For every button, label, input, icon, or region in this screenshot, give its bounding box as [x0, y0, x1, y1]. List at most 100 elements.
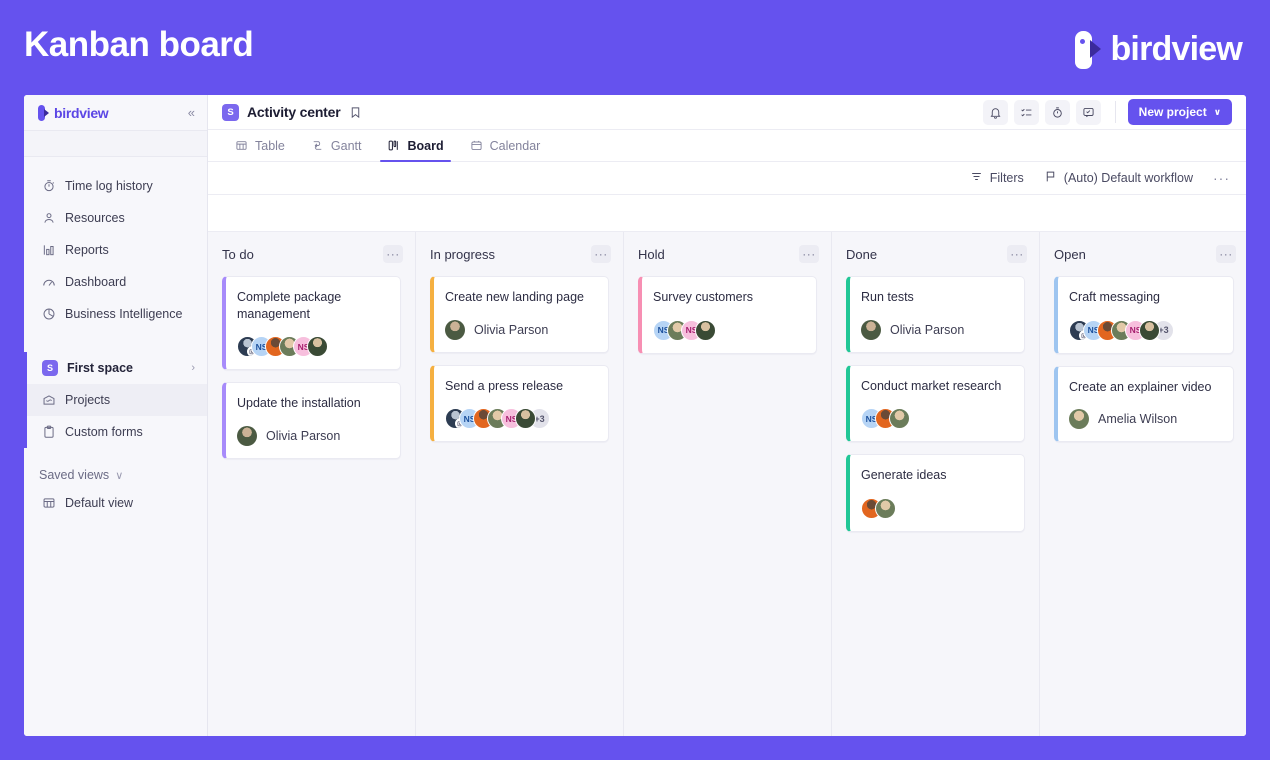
birdview-mark-icon	[38, 104, 49, 121]
avatar[interactable]	[1139, 319, 1160, 341]
sidebar-item-label: Dashboard	[65, 275, 127, 289]
saved-view-item-default-view[interactable]: Default view	[24, 488, 207, 518]
column-menu-button[interactable]: ···	[1216, 245, 1236, 263]
column-menu-button[interactable]: ···	[799, 245, 819, 263]
sidebar-logo-text: birdview	[54, 104, 109, 121]
column-menu-button[interactable]: ···	[591, 245, 611, 263]
workflow-selector[interactable]: (Auto) Default workflow	[1044, 170, 1193, 186]
tab-label: Table	[255, 138, 285, 153]
sidebar-item-time-log-history[interactable]: Time log history	[24, 170, 207, 202]
task-card-footer: Olivia Parson	[445, 319, 596, 340]
task-card-footer: Amelia Wilson	[1069, 409, 1221, 429]
task-card[interactable]: Update the installation Olivia Parson	[222, 382, 401, 459]
saved-views-header[interactable]: Saved views ∨	[24, 468, 207, 482]
task-assignee[interactable]: Olivia Parson	[237, 425, 340, 446]
task-card-title: Generate ideas	[861, 468, 947, 482]
task-card-footer: Olivia Parson	[861, 319, 1012, 340]
task-card-footer: NS NS +3	[445, 408, 596, 429]
task-card-title: Craft messaging	[1069, 290, 1161, 304]
avatar[interactable]	[875, 497, 896, 519]
assignee-avatar-stack[interactable]: NS NS +3	[445, 408, 550, 429]
tab-board[interactable]: Board	[374, 130, 456, 162]
gantt-icon	[311, 139, 324, 152]
sidebar-space-group: S First space › Projects Custom forms	[24, 352, 207, 448]
filters-button[interactable]: Filters	[970, 170, 1024, 186]
avatar[interactable]	[445, 319, 465, 340]
tab-label: Board	[407, 138, 444, 153]
task-card[interactable]: Conduct market research NS	[846, 364, 1025, 442]
column-card-list: Run tests Olivia Parson Conduct market res…	[832, 276, 1039, 532]
task-card-footer: Olivia Parson	[237, 425, 388, 446]
bell-icon[interactable]	[982, 99, 1008, 125]
column-title: In progress	[430, 246, 496, 262]
board-column: In progress ··· Create new landing page Oli…	[416, 232, 624, 736]
assignee-name: Olivia Parson	[890, 322, 965, 337]
birdview-logo: birdview	[1075, 30, 1243, 69]
birdview-mark-icon	[1075, 30, 1102, 69]
saved-views-label: Saved views	[39, 468, 110, 482]
tab-table[interactable]: Table	[222, 130, 298, 161]
chevron-down-icon[interactable]: ∨	[115, 469, 123, 482]
avatar[interactable]	[237, 425, 257, 446]
sidebar-item-custom-forms[interactable]: Custom forms	[27, 416, 207, 448]
column-title: Done	[846, 246, 878, 262]
collapse-sidebar-button[interactable]: «	[188, 106, 195, 119]
sidebar-item-business-intelligence[interactable]: Business Intelligence	[24, 298, 207, 330]
column-header: Done ···	[832, 232, 1039, 276]
assignee-avatar-stack[interactable]	[861, 497, 896, 519]
task-card[interactable]: Complete package management NS NS	[222, 276, 401, 370]
timer-icon[interactable]	[1044, 99, 1070, 125]
task-card[interactable]: Send a press release NS NS +3	[430, 364, 609, 442]
app-window: birdview « Time log history Resources Re…	[24, 95, 1246, 736]
tab-gantt[interactable]: Gantt	[298, 130, 375, 161]
person-icon	[42, 211, 56, 225]
avatar[interactable]	[861, 319, 881, 340]
column-header: In progress ···	[416, 232, 623, 276]
task-card-footer: NS NS +3	[1069, 319, 1221, 341]
saved-views-list: Default view	[24, 488, 207, 518]
avatar[interactable]	[515, 408, 536, 429]
sidebar-item-first-space[interactable]: S First space ›	[27, 352, 207, 384]
avatar[interactable]	[889, 408, 910, 429]
filters-label: Filters	[989, 171, 1024, 185]
assignee-avatar-stack[interactable]: NS NS	[653, 319, 716, 341]
task-card[interactable]: Survey customers NS NS	[638, 276, 817, 354]
checklist-icon[interactable]	[1013, 99, 1039, 125]
column-menu-button[interactable]: ···	[1007, 245, 1027, 263]
task-card[interactable]: Craft messaging NS NS +3	[1054, 276, 1234, 354]
column-menu-button[interactable]: ···	[383, 245, 403, 263]
sidebar-search-input[interactable]	[24, 130, 207, 157]
task-card[interactable]: Generate ideas	[846, 454, 1025, 532]
sidebar-item-projects[interactable]: Projects	[27, 384, 207, 416]
task-assignee[interactable]: Olivia Parson	[861, 319, 965, 340]
avatar[interactable]	[695, 319, 716, 341]
sidebar-logo[interactable]: birdview	[38, 104, 109, 121]
tab-calendar[interactable]: Calendar	[457, 130, 554, 161]
task-assignee[interactable]: Olivia Parson	[445, 319, 548, 340]
assignee-avatar-stack[interactable]: NS NS	[237, 336, 328, 357]
task-assignee[interactable]: Amelia Wilson	[1069, 409, 1177, 429]
bookmark-icon[interactable]	[349, 106, 362, 119]
assignee-avatar-stack[interactable]: NS NS +3	[1069, 319, 1174, 341]
sidebar-item-label: Projects	[65, 393, 111, 407]
sidebar-item-resources[interactable]: Resources	[24, 202, 207, 234]
task-card-title: Survey customers	[653, 290, 754, 304]
sidebar-item-reports[interactable]: Reports	[24, 234, 207, 266]
task-card[interactable]: Create new landing page Olivia Parson	[430, 276, 609, 353]
assignee-avatar-stack[interactable]: NS	[861, 408, 910, 429]
topbar-divider	[1114, 101, 1116, 123]
task-card-footer: NS NS	[653, 319, 804, 341]
sidebar-item-dashboard[interactable]: Dashboard	[24, 266, 207, 298]
bar-chart-icon	[42, 243, 56, 257]
column-header: To do ···	[208, 232, 415, 276]
avatar[interactable]	[307, 336, 328, 357]
chevron-down-icon: ∨	[1213, 106, 1221, 117]
task-card[interactable]: Create an explainer video Amelia Wilson	[1054, 365, 1234, 442]
comment-icon[interactable]	[1075, 99, 1101, 125]
new-project-button[interactable]: New project ∨	[1127, 99, 1232, 125]
board-more-menu-button[interactable]: ···	[1213, 171, 1230, 185]
chevron-right-icon[interactable]: ›	[191, 362, 195, 374]
board-column: Done ··· Run tests Olivia Parson Conduct mar…	[832, 232, 1040, 736]
avatar[interactable]	[1069, 409, 1089, 429]
task-card[interactable]: Run tests Olivia Parson	[846, 276, 1025, 353]
